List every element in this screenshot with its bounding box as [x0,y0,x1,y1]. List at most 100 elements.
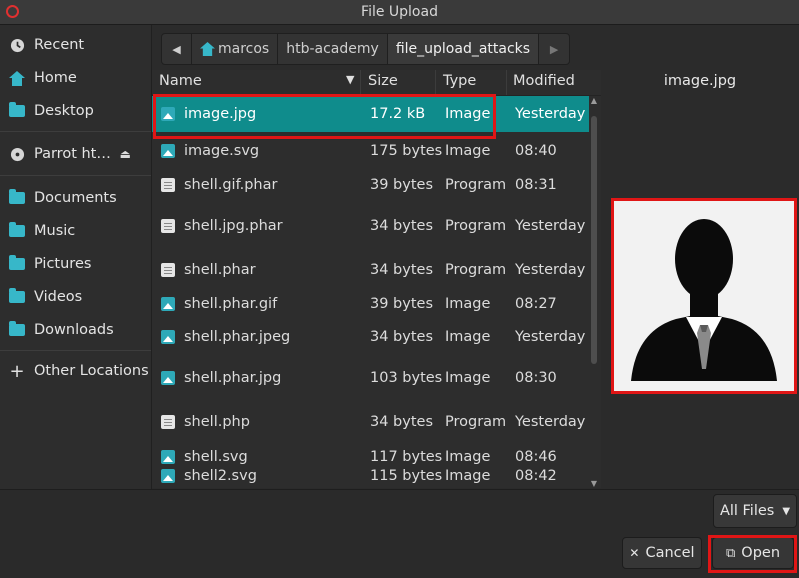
file-row[interactable]: shell2.svg 115 bytes Image 08:42 [152,464,589,488]
file-row[interactable]: shell.phar 34 bytes Program Yesterday [152,252,589,288]
file-type-cell: Image [445,106,491,122]
file-modified-cell: 08:30 [515,370,557,386]
folder-icon [9,255,25,270]
image-file-icon [161,450,175,464]
column-header-name[interactable]: Name [159,73,202,89]
file-name-cell: shell.svg [184,449,248,465]
file-row[interactable]: shell.jpg.phar 34 bytes Program Yesterday [152,208,589,244]
file-name-cell: image.svg [184,143,260,159]
disc-icon [0,147,34,162]
cancel-button[interactable]: ✕ Cancel [622,537,702,569]
file-size-cell: 175 bytes [370,143,443,159]
open-button-highlight [708,535,797,573]
file-name-cell: shell.phar.jpeg [184,329,291,345]
path-back-button[interactable]: ◀ [162,34,192,64]
file-name-cell: shell.jpg.phar [184,218,283,234]
sidebar-item-home[interactable]: Home [0,63,151,93]
sidebar-item-other-locations[interactable]: + Other Locations [0,356,151,386]
folder-icon [9,102,25,117]
path-bar: ◀ marcos htb-academy file_upload_attacks… [161,33,571,65]
file-modified-cell: 08:42 [515,468,557,484]
scroll-down-icon[interactable]: ▼ [589,479,599,488]
sidebar-item-downloads[interactable]: Downloads [0,315,151,345]
person-silhouette-image [614,201,794,391]
path-crumb-label: file_upload_attacks [395,41,531,57]
sidebar-divider [0,175,151,176]
file-type-filter-select[interactable]: All Files ▼ [713,494,797,528]
file-size-cell: 17.2 kB [370,106,426,122]
sidebar-item-label: Other Locations [34,363,149,379]
file-modified-cell: Yesterday [515,329,586,345]
file-modified-cell: 08:27 [515,296,557,312]
file-name-cell: shell.php [184,414,250,430]
file-type-cell: Program [445,262,507,278]
sidebar-divider [0,131,151,132]
column-header-size[interactable]: Size [368,73,398,89]
file-size-cell: 34 bytes [370,218,434,234]
sidebar-item-parrot-drive[interactable]: Parrot ht… ⏏ [0,139,151,169]
column-header-type[interactable]: Type [443,73,476,89]
image-preview [611,198,797,394]
file-size-cell: 39 bytes [370,177,434,193]
file-modified-cell: Yesterday [515,262,586,278]
preview-filename: image.jpg [663,73,737,89]
file-row[interactable]: shell.gif.phar 39 bytes Program 08:31 [152,167,589,203]
file-size-cell: 103 bytes [370,370,443,386]
file-type-cell: Program [445,177,507,193]
file-name-cell: image.jpg [184,106,257,122]
file-list: Name ▼ Size Type Modified image.jpg 17.2 … [152,70,601,488]
image-file-icon [161,330,175,344]
file-row[interactable]: image.jpg 17.2 kB Image Yesterday [152,96,589,132]
column-header-modified[interactable]: Modified [513,73,575,89]
file-modified-cell: 08:46 [515,449,557,465]
sidebar-item-recent[interactable]: Recent [0,30,151,60]
file-name-cell: shell.phar.gif [184,296,278,312]
image-file-icon [161,297,175,311]
sidebar-item-label: Downloads [34,322,114,338]
path-forward-button[interactable]: ▶ [539,34,569,64]
sidebar-item-label: Recent [34,37,85,53]
file-size-cell: 34 bytes [370,262,434,278]
file-size-cell: 39 bytes [370,296,434,312]
file-type-cell: Image [445,296,491,312]
sidebar-item-label: Videos [34,289,83,305]
file-row[interactable]: shell.phar.gif 39 bytes Image 08:27 [152,286,589,322]
path-crumb-home[interactable]: marcos [192,34,279,64]
close-window-icon[interactable] [6,5,19,18]
home-icon [0,70,34,86]
sidebar-item-videos[interactable]: Videos [0,282,151,312]
file-row[interactable]: shell.php 34 bytes Program Yesterday [152,404,589,440]
path-crumb-current[interactable]: file_upload_attacks [387,34,540,64]
file-row[interactable]: shell.phar.jpeg 34 bytes Image Yesterday [152,319,589,355]
scrollbar-thumb[interactable] [591,116,597,364]
file-type-cell: Image [445,143,491,159]
file-type-cell: Image [445,449,491,465]
chevron-left-icon: ◀ [172,42,181,56]
file-type-cell: Image [445,329,491,345]
sidebar-item-label: Desktop [34,103,94,119]
file-row[interactable]: image.svg 175 bytes Image 08:40 [152,133,589,169]
sidebar-item-desktop[interactable]: Desktop [0,96,151,126]
close-icon: ✕ [629,546,640,560]
file-type-cell: Image [445,468,491,484]
file-name-cell: shell.phar.jpg [184,370,282,386]
scroll-up-icon[interactable]: ▲ [589,96,599,105]
path-crumb-htb-academy[interactable]: htb-academy [278,34,388,64]
folder-icon [9,321,25,336]
file-size-cell: 34 bytes [370,414,434,430]
sidebar-item-documents[interactable]: Documents [0,183,151,213]
clock-icon [0,38,34,53]
eject-icon[interactable]: ⏏ [120,147,131,161]
sidebar-item-label: Documents [34,190,117,206]
file-list-scrollbar[interactable]: ▲ ▼ [589,96,599,488]
text-file-icon [161,178,175,192]
sidebar-item-pictures[interactable]: Pictures [0,249,151,279]
file-row[interactable]: shell.phar.jpg 103 bytes Image 08:30 [152,360,589,396]
image-file-icon [161,107,175,121]
sidebar-item-music[interactable]: Music [0,216,151,246]
file-name-cell: shell.phar [184,262,256,278]
sidebar-item-label: Home [34,70,77,86]
dropdown-arrow-icon: ▼ [782,505,791,517]
home-icon [200,42,215,56]
file-modified-cell: Yesterday [515,218,586,234]
